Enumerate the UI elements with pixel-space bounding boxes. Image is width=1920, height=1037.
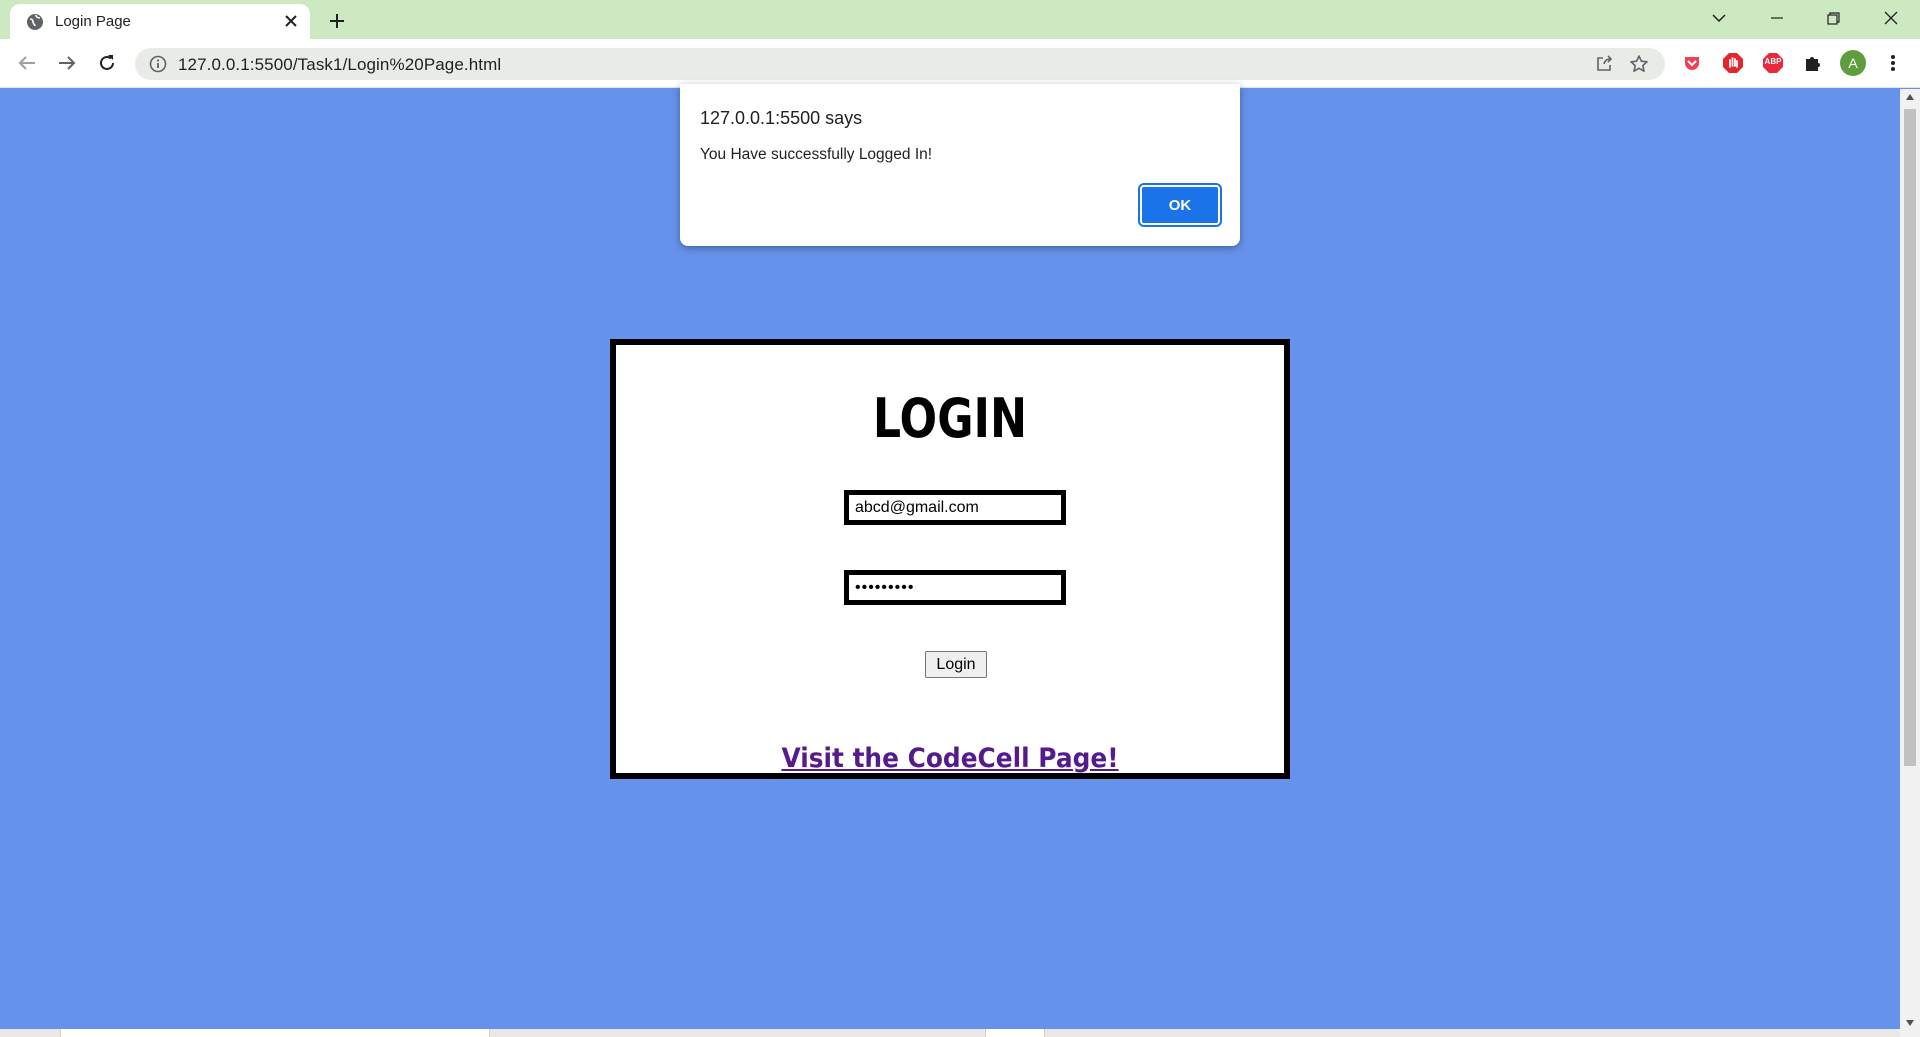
- horizontal-scroll-strip: [0, 1029, 1900, 1037]
- bookmark-star-icon[interactable]: [1629, 54, 1649, 74]
- strip-segment: [60, 1029, 490, 1037]
- scroll-down-arrow-icon[interactable]: [1905, 1018, 1915, 1028]
- login-title: LOGIN: [872, 387, 1028, 450]
- scrollbar-thumb[interactable]: [1904, 109, 1916, 766]
- alert-dialog: 127.0.0.1:5500 says You Have successfull…: [680, 84, 1240, 246]
- profile-initial: A: [1848, 55, 1858, 71]
- extensions-puzzle-icon[interactable]: [1800, 50, 1826, 76]
- browser-toolbar: 127.0.0.1:5500/Task1/Login%20Page.html A…: [0, 39, 1920, 88]
- vertical-scrollbar[interactable]: [1900, 89, 1920, 1037]
- more-menu-icon[interactable]: [1880, 50, 1906, 76]
- abp-label: ABP: [1764, 57, 1782, 66]
- visit-codecell-link[interactable]: Visit the CodeCell Page!: [643, 743, 1258, 774]
- globe-icon: [26, 13, 44, 31]
- abp-extension-icon[interactable]: ABP: [1760, 50, 1786, 76]
- site-info-icon[interactable]: [149, 55, 167, 73]
- restore-icon[interactable]: [1810, 0, 1856, 36]
- password-field[interactable]: [844, 570, 1066, 605]
- strip-segment: [985, 1029, 1045, 1037]
- tab-title: Login Page: [55, 13, 131, 30]
- tab-search-chevron-icon[interactable]: [1696, 0, 1742, 36]
- reload-icon[interactable]: [93, 49, 121, 77]
- email-field[interactable]: [844, 490, 1066, 525]
- address-bar[interactable]: 127.0.0.1:5500/Task1/Login%20Page.html: [135, 48, 1665, 80]
- alert-title: 127.0.0.1:5500 says: [700, 108, 863, 128]
- alert-message: You Have successfully Logged In!: [700, 146, 933, 163]
- profile-avatar[interactable]: A: [1840, 50, 1866, 76]
- minimize-icon[interactable]: [1754, 0, 1800, 36]
- alert-ok-button[interactable]: OK: [1138, 183, 1222, 227]
- pocket-extension-icon[interactable]: [1679, 50, 1705, 76]
- login-button[interactable]: Login: [925, 651, 987, 678]
- back-arrow-icon[interactable]: [13, 49, 41, 77]
- login-card: LOGIN Login Visit the CodeCell Page!: [610, 339, 1290, 779]
- forward-arrow-icon[interactable]: [53, 49, 81, 77]
- share-icon[interactable]: [1594, 54, 1614, 74]
- close-window-icon[interactable]: [1868, 0, 1914, 36]
- new-tab-icon[interactable]: [324, 8, 350, 34]
- scroll-up-arrow-icon[interactable]: [1905, 92, 1915, 102]
- url-text: 127.0.0.1:5500/Task1/Login%20Page.html: [178, 55, 502, 74]
- adblock-hand-icon[interactable]: [1720, 50, 1746, 76]
- tab-login-page[interactable]: Login Page: [10, 4, 310, 39]
- tab-strip: Login Page: [0, 0, 1920, 39]
- close-tab-icon[interactable]: [280, 10, 302, 32]
